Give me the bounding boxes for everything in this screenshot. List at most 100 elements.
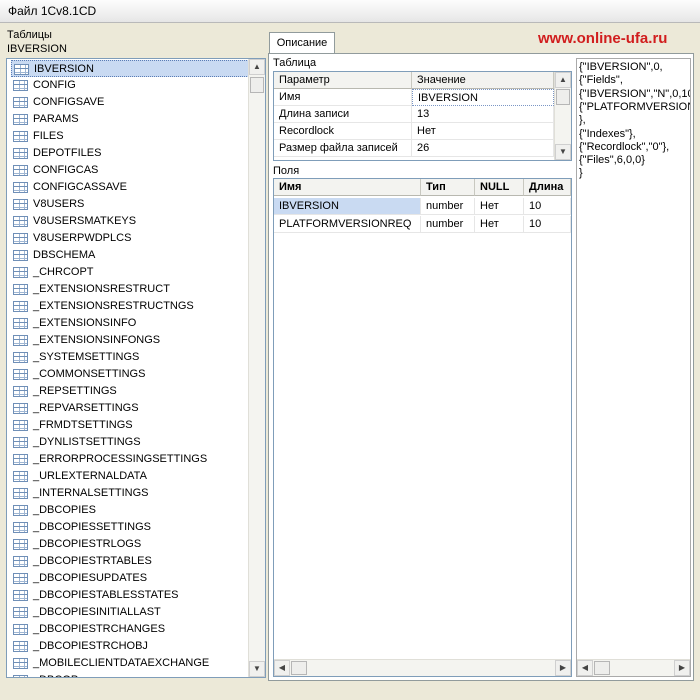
column-header-type[interactable]: Тип xyxy=(421,179,475,196)
param-name-cell[interactable]: Размер файла записей xyxy=(274,140,412,157)
table-list-item[interactable]: _URLEXTERNALDATA xyxy=(11,468,249,485)
table-list-item[interactable]: _DBCOPIESTABLESSTATES xyxy=(11,587,249,604)
param-value-cell[interactable]: 13 xyxy=(412,106,554,123)
table-list-item[interactable]: DBSCHEMA xyxy=(11,247,249,264)
fields-hscrollbar[interactable]: ◀ ▶ xyxy=(274,659,571,676)
table-icon xyxy=(13,301,28,312)
table-list-item[interactable]: _DYNLISTSETTINGS xyxy=(11,434,249,451)
scroll-right-button[interactable]: ▶ xyxy=(555,660,571,676)
description-line: {"Indexes"}, xyxy=(579,127,636,140)
table-list-item[interactable]: V8USERSMATKEYS xyxy=(11,213,249,230)
table-icon xyxy=(13,403,28,414)
table-list-item-label: _DBCOPIESINITIALLAST xyxy=(33,606,161,618)
param-value-cell[interactable]: IBVERSION xyxy=(412,89,554,106)
table-list-item[interactable]: CONFIGCAS xyxy=(11,162,249,179)
params-scroll-up[interactable]: ▲ xyxy=(555,72,571,88)
params-scrollbar[interactable]: ▲ ▼ xyxy=(554,72,571,160)
table-icon xyxy=(13,335,28,346)
table-list-item-label: _REPVARSETTINGS xyxy=(33,402,139,414)
scroll-up-button[interactable]: ▲ xyxy=(249,59,265,75)
table-icon xyxy=(13,267,28,278)
column-header-null[interactable]: NULL xyxy=(475,179,524,196)
table-list-item[interactable]: _MOBILECLIENTDATAEXCHANGE xyxy=(11,655,249,672)
table-icon xyxy=(13,658,28,669)
column-header-value[interactable]: Значение xyxy=(412,72,554,89)
table-icon xyxy=(13,233,28,244)
window-title: Файл 1Cv8.1CD xyxy=(8,4,97,18)
field-name-cell[interactable]: IBVERSION xyxy=(274,198,421,215)
desc-scroll-left[interactable]: ◀ xyxy=(577,660,593,676)
scroll-down-button[interactable]: ▼ xyxy=(249,661,265,677)
table-list-item[interactable]: _DBCOPIESTRCHOBJ xyxy=(11,638,249,655)
column-header-name[interactable]: Имя xyxy=(274,179,421,196)
desc-scroll-right[interactable]: ▶ xyxy=(674,660,690,676)
field-type-cell[interactable]: number xyxy=(421,198,475,215)
tables-list-scrollbar[interactable]: ▲ ▼ xyxy=(248,59,265,677)
scroll-thumb[interactable] xyxy=(250,77,264,93)
column-header-parameter[interactable]: Параметр xyxy=(274,72,412,89)
table-list-item[interactable]: _ERRORPROCESSINGSETTINGS xyxy=(11,451,249,468)
table-list-item[interactable]: _DBCOPIES xyxy=(11,502,249,519)
table-list-item[interactable]: _COMMONSETTINGS xyxy=(11,366,249,383)
table-list-item[interactable]: _DBCOPIESSETTINGS xyxy=(11,519,249,536)
table-list-item-label: _INTERNALSETTINGS xyxy=(33,487,149,499)
table-list-item[interactable]: _EXTENSIONSRESTRUCTNGS xyxy=(11,298,249,315)
param-value-cell[interactable]: Нет xyxy=(412,123,554,140)
table-list-item-label: _EXTENSIONSINFO xyxy=(33,317,137,329)
param-name-cell[interactable]: Длина записи xyxy=(274,106,412,123)
description-hscrollbar[interactable]: ◀ ▶ xyxy=(577,659,690,676)
desc-hscroll-thumb[interactable] xyxy=(594,661,610,675)
tab-description[interactable]: Описание xyxy=(269,32,335,54)
table-list-item[interactable]: _INTERNALSETTINGS xyxy=(11,485,249,502)
params-scroll-thumb[interactable] xyxy=(556,89,570,105)
field-name-cell[interactable]: PLATFORMVERSIONREQ xyxy=(274,216,421,233)
field-length-cell[interactable]: 10 xyxy=(524,216,571,233)
field-null-cell[interactable]: Нет xyxy=(475,216,524,233)
table-list-item[interactable]: _EXTENSIONSINFONGS xyxy=(11,332,249,349)
table-icon xyxy=(13,80,28,91)
field-length-cell[interactable]: 10 xyxy=(524,198,571,215)
param-name-cell[interactable]: Имя xyxy=(274,89,412,106)
table-list-item[interactable]: V8USERPWDPLCS xyxy=(11,230,249,247)
field-null-cell[interactable]: Нет xyxy=(475,198,524,215)
table-list-item[interactable]: _REPVARSETTINGS xyxy=(11,400,249,417)
table-list-item[interactable]: FILES xyxy=(11,128,249,145)
table-list-item[interactable]: _DBCOPIESUPDATES xyxy=(11,570,249,587)
table-list-item-label: _DBCOPIESTRLOGS xyxy=(33,538,142,550)
table-list-item-label: V8USERSMATKEYS xyxy=(33,215,137,227)
table-list-item[interactable]: _EXTENSIONSINFO xyxy=(11,315,249,332)
table-params-grid[interactable]: Параметр Значение Имя IBVERSION Длина запи… xyxy=(273,71,572,161)
table-list-item[interactable]: _DBCOPIESINITIALLAST xyxy=(11,604,249,621)
table-list-item[interactable]: _DBCOPIESTRCHANGES xyxy=(11,621,249,638)
table-list-item[interactable]: PARAMS xyxy=(11,111,249,128)
table-list-item[interactable]: DEPOTFILES xyxy=(11,145,249,162)
field-type-cell[interactable]: number xyxy=(421,216,475,233)
table-description-text[interactable]: {"IBVERSION",0, {"Fields", {"IBVERSION","N… xyxy=(576,58,691,677)
table-list-item[interactable]: IBVERSION xyxy=(11,60,249,77)
table-list-item-label: _DBCOP... xyxy=(33,674,86,677)
column-header-length[interactable]: Длина xyxy=(524,179,571,196)
param-value-cell[interactable]: 26 xyxy=(412,140,554,157)
table-list-item[interactable]: _EXTENSIONSRESTRUCT xyxy=(11,281,249,298)
table-icon xyxy=(13,420,28,431)
table-list-item[interactable]: CONFIG xyxy=(11,77,249,94)
table-list-item[interactable]: _DBCOPIESTRTABLES xyxy=(11,553,249,570)
table-list-item[interactable]: _FRMDTSETTINGS xyxy=(11,417,249,434)
table-list-item[interactable]: _DBCOP... xyxy=(11,672,249,677)
fields-grid[interactable]: Имя Тип NULL Длина IBVERSION number Нет 10 P… xyxy=(273,178,572,677)
fields-hscroll-thumb[interactable] xyxy=(291,661,307,675)
table-list-item[interactable]: _REPSETTINGS xyxy=(11,383,249,400)
scroll-left-button[interactable]: ◀ xyxy=(274,660,290,676)
table-list-item[interactable]: CONFIGCASSAVE xyxy=(11,179,249,196)
table-list-item[interactable]: CONFIGSAVE xyxy=(11,94,249,111)
table-list-item[interactable]: _SYSTEMSETTINGS xyxy=(11,349,249,366)
table-list-item[interactable]: V8USERS xyxy=(11,196,249,213)
table-list-item-label: _DYNLISTSETTINGS xyxy=(33,436,141,448)
table-icon xyxy=(13,250,28,261)
table-list-item[interactable]: _CHRCOPT xyxy=(11,264,249,281)
table-list-item[interactable]: _DBCOPIESTRLOGS xyxy=(11,536,249,553)
table-list-item-label: CONFIGCAS xyxy=(33,164,99,176)
params-scroll-down[interactable]: ▼ xyxy=(555,144,571,160)
param-name-cell[interactable]: Recordlock xyxy=(274,123,412,140)
tables-list[interactable]: IBVERSION CONFIG CONFIGSAVE PARAMS FILES DEPO… xyxy=(6,58,266,678)
